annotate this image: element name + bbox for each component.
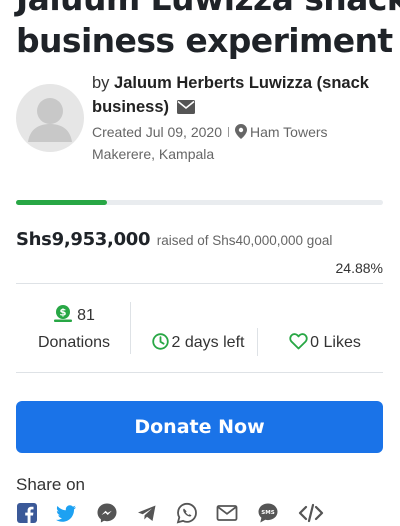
whatsapp-icon[interactable] — [176, 502, 198, 524]
campaign-title-line-1: Jaluum Luwizza snack — [16, 0, 400, 20]
by-prefix: by — [92, 74, 110, 92]
donations-label: Donations — [37, 334, 111, 351]
goal-text: raised of Shs40,000,000 goal — [156, 233, 333, 248]
donate-now-button[interactable]: Donate Now — [16, 401, 383, 453]
heart-icon[interactable] — [289, 333, 308, 350]
organizer-byline: by Jaluum Herberts Luwizza (snack busine… — [92, 71, 387, 119]
days-left-stat: 2 days left — [142, 332, 254, 354]
stats-top-divider — [16, 283, 383, 284]
messenger-icon[interactable] — [96, 502, 118, 524]
embed-icon[interactable] — [298, 502, 324, 524]
donations-stat[interactable]: $ 81 Donations — [26, 305, 122, 354]
money-icon: $ — [54, 305, 73, 322]
share-label: Share on — [16, 475, 85, 494]
likes-stat[interactable]: 0 Likes — [280, 332, 370, 354]
donations-count: 81 — [77, 307, 95, 324]
clock-icon — [151, 333, 169, 350]
funding-progress-fill — [16, 200, 108, 205]
campaign-title: Jaluum Luwizza snack business experiment — [16, 0, 400, 62]
campaign-meta: Created Jul 09, 2020 Ham Towers Makerere,… — [92, 121, 382, 165]
stats-bottom-divider — [16, 372, 383, 373]
twitter-icon[interactable] — [55, 502, 77, 524]
facebook-icon[interactable] — [16, 502, 38, 524]
campaign-title-line-2: business experiment — [16, 21, 393, 60]
funding-summary: Shs9,953,000 raised of Shs40,000,000 goa… — [16, 229, 383, 250]
user-placeholder-icon — [28, 98, 72, 142]
meta-divider — [227, 127, 229, 137]
sms-icon[interactable]: SMS — [257, 502, 279, 524]
svg-text:SMS: SMS — [261, 510, 274, 516]
created-date: Created Jul 09, 2020 — [92, 124, 222, 140]
funding-progress-bar — [16, 200, 383, 205]
envelope-icon[interactable] — [176, 100, 195, 114]
days-left: 2 days left — [171, 334, 245, 351]
organizer-avatar[interactable] — [16, 84, 84, 152]
likes-count: 0 Likes — [310, 334, 361, 351]
telegram-icon[interactable] — [136, 502, 158, 524]
stats-divider-1 — [130, 302, 131, 354]
stats-divider-2 — [257, 328, 258, 356]
raised-amount: Shs9,953,000 — [16, 229, 151, 250]
funded-percentage: 24.88% — [335, 260, 383, 276]
organizer-name[interactable]: Jaluum Herberts Luwizza (snack business) — [92, 74, 369, 116]
email-icon[interactable] — [216, 502, 238, 524]
svg-text:$: $ — [60, 308, 67, 319]
location-pin-icon — [234, 124, 247, 139]
